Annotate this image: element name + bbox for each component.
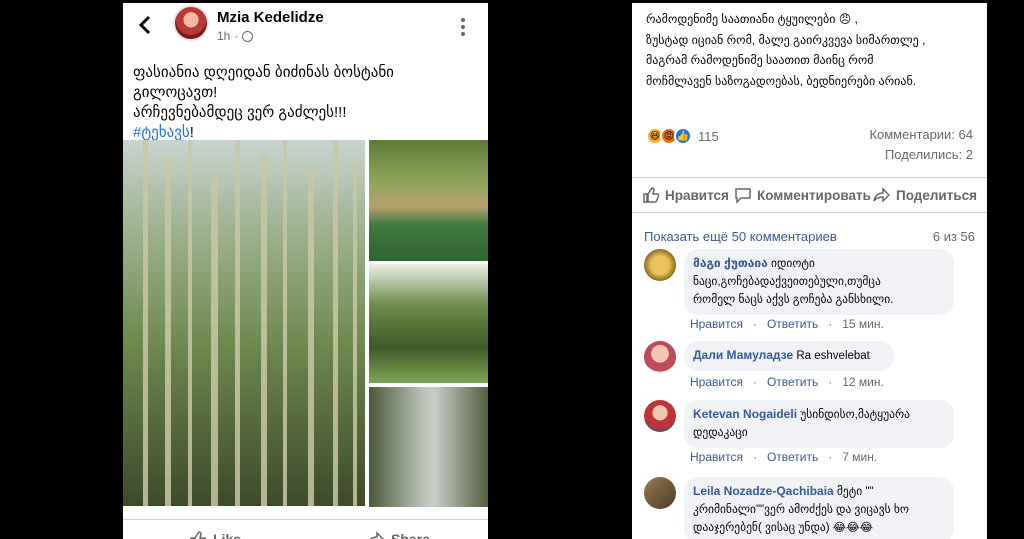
like-reaction-icon: 👍: [674, 127, 692, 145]
comment-text-line: ნაცი,გოჩებადაქვეითებული,თუმცა: [693, 276, 881, 288]
thumbs-up-icon: [190, 531, 207, 539]
post-header: Mzia Kedelidze 1h ·: [123, 3, 488, 53]
post-text-line: გილოცავთ!: [133, 84, 218, 101]
comment-text-line: კრიმინალი""ვერ ამოძქეს და ვიცავს ხო: [693, 504, 909, 516]
post-text-line: არჩევნებამდეც ვერ გაძლეს!!!: [133, 104, 347, 121]
post-meta: 1h ·: [217, 29, 254, 43]
commenter-avatar[interactable]: [644, 341, 676, 373]
photo-pond[interactable]: [369, 140, 488, 261]
commenter-name[interactable]: მაგი ქუთაია: [693, 256, 768, 270]
comment-button[interactable]: Комментировать: [734, 186, 871, 204]
comment-like-link[interactable]: Нравится: [690, 317, 743, 331]
photo-bamboo-path[interactable]: [369, 387, 488, 507]
comment-reply-link[interactable]: Ответить: [767, 375, 818, 389]
comment-reply-link[interactable]: Ответить: [767, 317, 818, 331]
comment-bubble-icon: [735, 188, 751, 204]
commenter-avatar[interactable]: [644, 400, 676, 432]
photo-grid: [123, 140, 488, 507]
comment-count: 6 из 56: [932, 229, 975, 244]
comment-time[interactable]: 7 мин.: [842, 450, 877, 464]
post-description: რამოდენიმე საათიანი ტყუილები 😠 , ზუსტად …: [646, 9, 981, 91]
comment-text-line: რომელ ნაცს აქვს გოჩება განსხილი.: [693, 294, 894, 306]
commenter-name[interactable]: Дали Мамуладзе: [693, 348, 793, 362]
share-icon: [873, 187, 891, 203]
photo-trees[interactable]: [369, 264, 488, 383]
comment-actions: Нравится · Ответить · 15 мин.: [690, 317, 884, 331]
comment-time[interactable]: 12 мин.: [842, 375, 884, 389]
post-text: ფასიანია დღეიდან ბიძინას ბოსტანი გილოცავ…: [133, 63, 478, 143]
like-label: Like: [213, 531, 242, 539]
commenter-avatar[interactable]: [644, 477, 676, 509]
share-icon: [370, 531, 385, 539]
comment-text-line: დააჯერებენ( ვისაც უნდა) 😂😂😂: [693, 522, 874, 534]
comment-actions: Нравится · Ответить · 12 мин.: [690, 375, 884, 389]
share-label: Share: [391, 531, 430, 539]
comment-text: მეტი "": [836, 486, 874, 498]
more-options-icon[interactable]: [453, 17, 473, 37]
like-button[interactable]: Нравится: [642, 186, 729, 204]
comment-text: Ra eshvelebat: [796, 350, 870, 362]
share-label: Поделиться: [896, 187, 978, 203]
comment-bubble: მაგი ქუთაია იდიოტი ნაცი,გოჩებადაქვეითებუ…: [684, 249, 954, 315]
reaction-count: 115: [698, 128, 719, 144]
author-avatar[interactable]: [173, 5, 209, 41]
like-button[interactable]: Like: [189, 530, 241, 539]
share-button[interactable]: Поделиться: [873, 186, 977, 204]
description-line: მოჩმლავენ საზოგადოებას, ბედნიერები არიან…: [646, 73, 917, 88]
description-line: ზუსტად იციან რომ, მალე გაირკვევა სიმართლ…: [646, 32, 926, 47]
hashtag-link[interactable]: #ტეხავს: [133, 124, 190, 141]
post-text-line: ფასიანია დღეიდან ბიძინას ბოსტანი: [133, 64, 394, 81]
comment-text: იდიოტი: [771, 258, 815, 270]
comments-stat[interactable]: Комментарии: 64: [869, 127, 973, 142]
comment-time[interactable]: 15 мин.: [842, 317, 884, 331]
reactions-summary[interactable]: 😆 😡 👍 115: [646, 127, 719, 145]
description-line: მაგრამ რამოდენიმე საათით მაინც რომ: [646, 53, 874, 67]
globe-icon: [242, 30, 254, 42]
panel-actions: Нравится Комментировать Поделиться: [632, 177, 987, 213]
comment-bubble: Дали Мамуладзе Ra eshvelebat: [684, 341, 894, 371]
share-button[interactable]: Share: [367, 530, 430, 539]
comment-like-link[interactable]: Нравится: [690, 450, 743, 464]
comment-bubble: Ketevan Nogaideli უსინდისო,მატყუარა დედა…: [684, 400, 954, 448]
back-arrow-icon[interactable]: [137, 15, 155, 35]
thumbs-up-icon: [643, 187, 660, 203]
post-card: Mzia Kedelidze 1h · ფასიანია დღეიდან ბიძ…: [123, 3, 488, 539]
shares-stat[interactable]: Поделились: 2: [885, 147, 973, 162]
hashtag-suffix: !: [189, 124, 194, 141]
post-actions: Like Share: [123, 519, 488, 539]
like-label: Нравится: [665, 187, 729, 203]
post-time[interactable]: 1h: [217, 29, 230, 43]
comments-panel: რამოდენიმე საათიანი ტყუილები 😠 , ზუსტად …: [632, 3, 987, 539]
comment-text: უსინდისო,მატყუარა: [800, 409, 910, 421]
commenter-name[interactable]: Ketevan Nogaideli: [693, 407, 797, 421]
show-more-comments-link[interactable]: Показать ещё 50 комментариев: [644, 229, 837, 244]
description-line: რამოდენიმე საათიანი ტყუილები 😠 ,: [646, 12, 858, 26]
commenter-avatar[interactable]: [644, 249, 676, 281]
commenter-name[interactable]: Leila Nozadze-Qachibaia: [693, 484, 834, 498]
comment-actions: Нравится · Ответить · 7 мин.: [690, 450, 878, 464]
comment-bubble: Leila Nozadze-Qachibaia მეტი "" კრიმინალ…: [684, 477, 954, 539]
comment-label: Комментировать: [757, 187, 871, 203]
post-author[interactable]: Mzia Kedelidze: [217, 9, 324, 26]
comment-like-link[interactable]: Нравится: [690, 375, 743, 389]
comment-text-line: დედაკაცი: [693, 427, 748, 439]
comment-reply-link[interactable]: Ответить: [767, 450, 818, 464]
photo-bamboo-forest[interactable]: [123, 140, 365, 506]
